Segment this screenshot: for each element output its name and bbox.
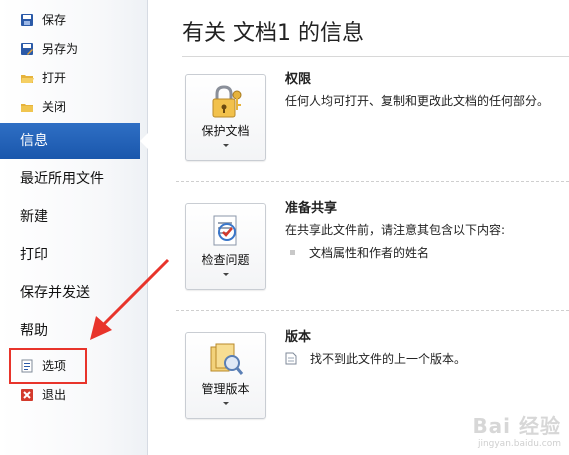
save-label: 保存 (42, 13, 67, 27)
bullet-icon (290, 250, 295, 255)
manage-versions-label: 管理版本 (201, 382, 250, 396)
backstage-nav: 保存 另存为 打开 关闭 信息 最近所用文件 新建 打印 保存并发送 帮助 选项… (0, 0, 148, 455)
tab-info[interactable]: 信息 (0, 123, 148, 159)
section-divider (176, 310, 569, 311)
page-title: 有关 文档1 的信息 (182, 21, 364, 46)
save-as-command[interactable]: 另存为 (0, 36, 148, 62)
permissions-description: 任何人均可打开、复制和更改此文档的任何部分。 (285, 94, 550, 108)
close-folder-icon (21, 104, 33, 112)
versions-title: 版本 (285, 330, 312, 345)
exit-command[interactable]: 退出 (0, 382, 148, 408)
prepare-share-title: 准备共享 (285, 201, 338, 216)
chevron-down-icon (223, 144, 229, 147)
protect-document-label: 保护文档 (201, 124, 250, 138)
prepare-share-bullet: 文档属性和作者的姓名 (309, 246, 430, 260)
tab-info-label: 信息 (20, 133, 48, 149)
open-folder-icon (21, 75, 34, 83)
options-highlight-box (9, 348, 87, 384)
watermark-sub: jingyan.baidu.com (477, 439, 561, 449)
checklist-icon (213, 215, 237, 246)
save-icon (21, 14, 33, 26)
save-command[interactable]: 保存 (0, 7, 148, 33)
check-issues-label: 检查问题 (201, 253, 250, 267)
save-as-label: 另存为 (42, 42, 79, 56)
versions-description: 找不到此文件的上一个版本。 (310, 352, 467, 366)
tab-recent[interactable]: 最近所用文件 (0, 161, 140, 197)
protect-document-button[interactable]: 保护文档 (185, 74, 266, 161)
chevron-down-icon (223, 402, 229, 405)
exit-label: 退出 (42, 388, 67, 402)
exit-icon (21, 389, 33, 401)
manage-versions-button[interactable]: 管理版本 (185, 332, 266, 419)
chevron-down-icon (223, 273, 229, 276)
open-command[interactable]: 打开 (0, 65, 148, 91)
close-label: 关闭 (42, 100, 67, 114)
info-panel: 有关 文档1 的信息 保护文档 权限 任何人均可打开、复制和更改此文档的任何部分… (148, 0, 569, 455)
save-as-icon (21, 43, 33, 55)
tab-print-label: 打印 (20, 247, 48, 263)
versions-icon (210, 343, 244, 375)
tab-new-label: 新建 (20, 209, 48, 225)
check-issues-button[interactable]: 检查问题 (185, 203, 266, 290)
title-divider (182, 56, 569, 57)
prepare-share-description: 在共享此文件前，请注意其包含以下内容: (285, 223, 506, 237)
tab-recent-label: 最近所用文件 (20, 171, 104, 187)
watermark: Bai 经验 jingyan.baidu.com (472, 410, 561, 449)
active-tab-notch (140, 133, 148, 149)
lock-key-icon (212, 85, 242, 118)
open-label: 打开 (42, 71, 67, 85)
permissions-title: 权限 (285, 72, 312, 87)
watermark-text: Bai 经验 (472, 414, 561, 438)
tab-new[interactable]: 新建 (0, 199, 140, 235)
section-divider (176, 181, 569, 182)
close-command[interactable]: 关闭 (0, 94, 148, 120)
tab-help-label: 帮助 (20, 323, 48, 339)
document-icon (285, 352, 297, 365)
